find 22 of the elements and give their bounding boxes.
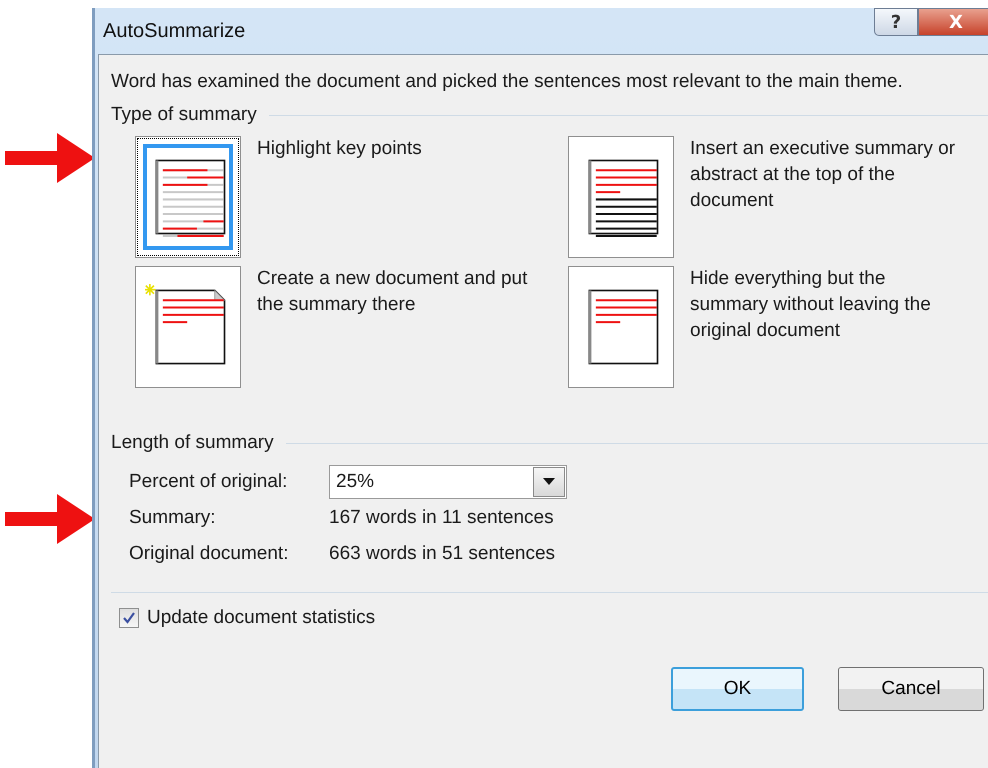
intro-text: Word has examined the document and picked the sentences most relevant to the main theme. [111, 70, 904, 94]
option-label: Insert an executive summary or abstract at the top of the document [690, 137, 956, 213]
stat-label: Summary: [129, 507, 217, 529]
stat-value: 663 words in 51 sentences [329, 543, 556, 565]
option-label: Hide everything but the summary without leaving the original document [690, 267, 932, 343]
section-title: Length of summary [111, 432, 274, 454]
field-label: Percent of original: [129, 471, 288, 493]
cancel-button[interactable]: Cancel [838, 667, 984, 711]
summary-type-option[interactable] [135, 266, 241, 388]
option-label: Highlight key points [257, 137, 423, 161]
section-title: Type of summary [111, 104, 257, 126]
window-title: AutoSummarize [102, 20, 246, 42]
summary-type-option[interactable] [135, 136, 241, 258]
option-label: Create a new document and put the summary there [257, 267, 528, 317]
percent-dropdown[interactable]: 25% [329, 465, 567, 499]
stat-value: 167 words in 11 sentences [329, 507, 554, 529]
ok-button[interactable]: OK [671, 667, 804, 711]
checkbox[interactable] [119, 608, 139, 628]
summary-type-option[interactable] [568, 136, 674, 258]
help-button[interactable]: ? [874, 8, 918, 36]
stat-label: Original document: [129, 543, 290, 565]
checkbox-label: Update document statistics [147, 607, 376, 629]
